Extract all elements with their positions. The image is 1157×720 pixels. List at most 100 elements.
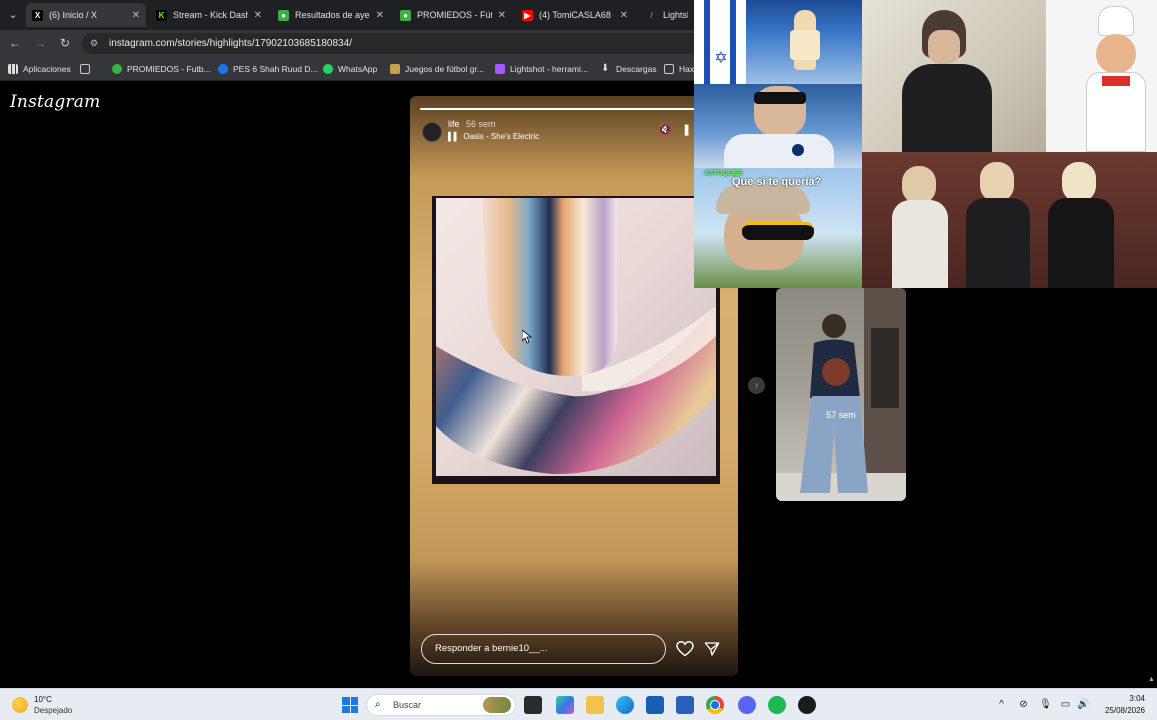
mouse-cursor-icon (522, 330, 532, 344)
facebook-icon (218, 64, 228, 74)
clock-date[interactable]: 25/08/2026 (1096, 706, 1145, 715)
song-title: Oasis - She's Electric (463, 132, 540, 141)
search-placeholder: Buscar (393, 700, 422, 710)
tab-title: Resultados de ayer (295, 10, 370, 20)
bookmark-label: Aplicaciones (23, 64, 71, 74)
tab-search-icon[interactable]: ⌄ (4, 6, 22, 24)
address-bar[interactable]: ⚙ instagram.com/stories/highlights/17902… (82, 33, 702, 54)
bookmark-aplicaciones[interactable]: Aplicaciones (8, 62, 71, 76)
screen: ⌄ X (6) Inicio / X ✕ K Stream - Kick Das… (0, 0, 1157, 720)
lightshot-icon (495, 64, 505, 74)
next-story-arrow-icon[interactable]: › (748, 377, 765, 394)
weather-temperature[interactable]: 10°C (34, 695, 52, 704)
weather-moon-icon[interactable] (12, 697, 28, 713)
promiedos-icon (112, 64, 122, 74)
apps-grid-icon (8, 64, 18, 74)
story-song[interactable]: ▌▌ Oasis - She's Electric (448, 132, 539, 141)
clock-time[interactable]: 3:04 (1100, 694, 1145, 703)
tab-title: (6) Inicio / X (49, 10, 98, 20)
music-bars-icon: ▌▌ (448, 132, 460, 141)
bookmark-lightshot[interactable]: Lightshot - herrami... (495, 62, 588, 76)
edge-icon[interactable] (616, 696, 634, 714)
scrollbar-arrow-icon[interactable]: ▲ (1148, 676, 1157, 686)
reload-icon[interactable]: ↻ (57, 35, 73, 51)
collage-caption: Que si te quería? (732, 176, 822, 188)
search-highlight-icon (483, 697, 511, 713)
sunglasses-photo-tile: A3TOQUES Que si te quería? (694, 168, 862, 288)
back-arrow-icon[interactable]: ← (7, 35, 23, 51)
task-view-icon[interactable] (524, 696, 542, 714)
trophy-icon (390, 64, 400, 74)
story-progress-fill (420, 108, 728, 110)
reply-input[interactable]: Responder a bernie10__... (421, 634, 666, 664)
url-text: instagram.com/stories/highlights/1790210… (109, 38, 352, 49)
weather-description[interactable]: Despejado (34, 706, 72, 715)
display-icon[interactable]: ▭ (1059, 698, 1072, 711)
next-story-preview[interactable]: 57 sem (776, 288, 906, 501)
windows-taskbar: 10°C Despejado ⌕ Buscar ^ ⊘ 🎙 ▭ 🔊 3:04 2… (0, 688, 1157, 720)
tab-kick-dashboard[interactable]: K Stream - Kick Dashb ✕ (150, 3, 268, 27)
bookmark-whatsapp[interactable]: WhatsApp (323, 62, 377, 76)
file-explorer-icon[interactable] (586, 696, 604, 714)
download-icon: ⬇ (601, 63, 610, 74)
photo-collage-overlay: ✡ A3TOQUES Que si te quería? (694, 0, 1157, 288)
bookmark-label: Lightshot - herrami... (510, 64, 588, 74)
word-icon[interactable] (676, 696, 694, 714)
star-of-david-icon: ✡ (714, 50, 728, 67)
bookmark-label: Hax (679, 64, 695, 74)
microphone-icon[interactable]: 🎙 (1039, 698, 1052, 711)
search-icon: ⌕ (375, 699, 381, 710)
story-artwork (432, 196, 720, 484)
close-icon[interactable]: ✕ (254, 10, 262, 21)
bookmark-juegos[interactable]: Juegos de fútbol gr... (390, 62, 484, 76)
bookmark-pes6[interactable]: PES 6 Shah Ruud D... (218, 62, 318, 76)
tab-title: PROMIEDOS - Fútb (417, 10, 492, 20)
close-icon[interactable]: ✕ (376, 10, 384, 21)
whatsapp-icon (323, 64, 333, 74)
chef-cartoon-tile (1046, 0, 1157, 152)
bookmark-descargas[interactable]: ⬇ Descargas (601, 62, 657, 76)
promiedos-icon: ● (400, 9, 411, 21)
app-icon[interactable] (798, 696, 816, 714)
bookmark-label: WhatsApp (338, 64, 378, 74)
tab-resultados[interactable]: ● Resultados de ayer ✕ (272, 3, 390, 27)
tab-title: (4) TomiCASLA68 - (539, 10, 614, 20)
windows-start-icon[interactable] (342, 697, 358, 713)
close-icon[interactable]: ✕ (498, 10, 506, 21)
kick-icon: K (156, 9, 167, 21)
tab-youtube[interactable]: ▶ (4) TomiCASLA68 - ✕ (516, 3, 634, 27)
close-icon[interactable]: ✕ (132, 10, 140, 21)
story-viewer[interactable]: life 56 sem ▌▌ Oasis - She's Electric 🔇 … (410, 96, 738, 676)
forward-arrow-icon[interactable]: → (32, 35, 48, 51)
heart-icon[interactable] (676, 641, 694, 657)
bookmark-grid[interactable] (80, 62, 95, 76)
instagram-logo[interactable]: Instagram (10, 92, 100, 112)
bookmark-label: Descargas (616, 64, 657, 74)
network-icon[interactable]: ⊘ (1017, 698, 1030, 711)
site-info-icon[interactable]: ⚙ (90, 38, 101, 49)
concert-photo-tile (746, 0, 862, 84)
discord-icon[interactable] (738, 696, 756, 714)
selfie-photo-tile (862, 0, 1046, 152)
close-icon[interactable]: ✕ (620, 10, 628, 21)
bookmark-promiedos[interactable]: PROMIEDOS - Futb... (112, 62, 211, 76)
spotify-icon[interactable] (768, 696, 786, 714)
volume-icon[interactable]: 🔊 (1077, 698, 1090, 711)
avatar[interactable] (422, 122, 442, 142)
grid-icon (80, 64, 90, 74)
mute-icon[interactable]: 🔇 (658, 123, 672, 137)
store-icon[interactable] (646, 696, 664, 714)
tab-lightshot[interactable]: / Lightsho (640, 3, 694, 27)
story-progress-bar (420, 108, 728, 110)
pause-icon[interactable]: ❚❚ (682, 123, 700, 137)
promiedos-icon: ● (278, 9, 289, 21)
story-username[interactable]: life (448, 119, 460, 129)
copilot-icon[interactable] (556, 696, 574, 714)
bookmark-hax[interactable]: Hax (664, 62, 694, 76)
tray-chevron-icon[interactable]: ^ (995, 698, 1008, 711)
taskbar-search[interactable]: ⌕ Buscar (366, 694, 516, 716)
tab-promiedos[interactable]: ● PROMIEDOS - Fútb ✕ (394, 3, 512, 27)
tab-x-home[interactable]: X (6) Inicio / X ✕ (26, 3, 146, 27)
chrome-icon[interactable] (706, 696, 724, 714)
send-icon[interactable] (704, 641, 720, 657)
